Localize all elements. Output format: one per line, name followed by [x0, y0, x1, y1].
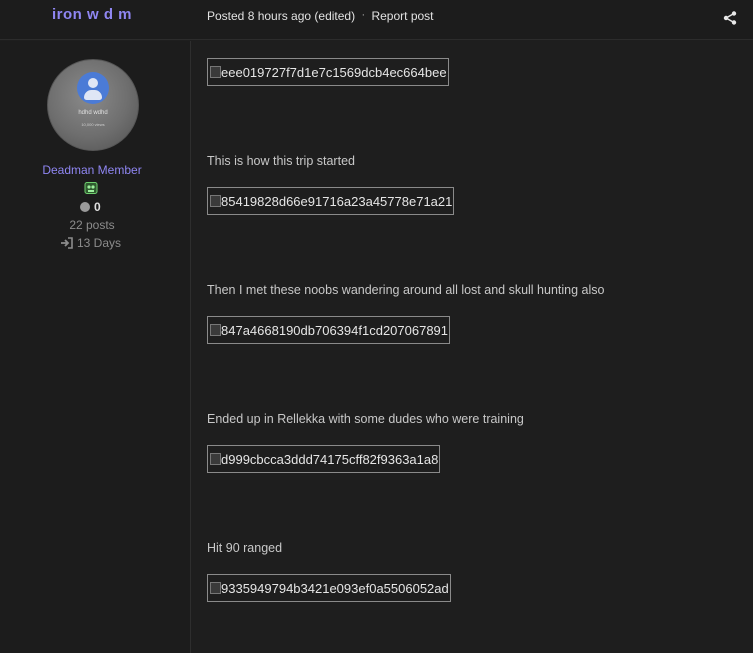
broken-image-1[interactable]: eee019727f7d1e7c1569dcb4ec664bee — [207, 58, 449, 86]
broken-image-icon — [210, 66, 221, 78]
meta-separator: · — [361, 9, 366, 21]
days-count: 13 Days — [77, 236, 122, 250]
post-text-4: Hit 90 ranged — [207, 541, 283, 555]
share-icon[interactable] — [723, 11, 737, 25]
reputation-count: 0 — [94, 200, 101, 214]
image-alt-text: eee019727f7d1e7c1569dcb4ec664bee — [221, 65, 447, 80]
broken-image-icon — [210, 453, 221, 465]
image-alt-text: 9335949794b3421e093ef0a5506052ad — [221, 581, 449, 596]
post-count: 22 posts — [69, 218, 115, 232]
sign-in-icon — [61, 237, 73, 249]
avatar[interactable]: hdhd wdhd 10,000 views — [47, 59, 139, 151]
broken-image-3[interactable]: 847a4668190db706394f1cd207067891 — [207, 316, 451, 344]
post-text-2: Then I met these noobs wandering around … — [207, 283, 605, 297]
broken-image-2[interactable]: 85419828d66e91716a23a45778e71a21 — [207, 187, 455, 215]
days-visited: 13 Days — [60, 236, 121, 250]
broken-image-icon — [210, 582, 221, 594]
post-meta: Posted 8 hours ago (edited) · Report pos… — [207, 9, 434, 23]
post-text-3: Ended up in Rellekka with some dudes who… — [207, 412, 524, 426]
broken-image-icon — [210, 324, 221, 336]
image-alt-text: d999cbcca3ddd74175cff82f9363a1a8 — [221, 452, 439, 467]
user-icon — [77, 72, 109, 104]
broken-image-icon — [210, 195, 221, 207]
image-alt-text: 85419828d66e91716a23a45778e71a21 — [221, 194, 453, 209]
avatar-subtext: 10,000 views — [81, 122, 105, 127]
avatar-text: hdhd wdhd — [78, 110, 108, 116]
member-group: Deadman Member — [42, 163, 142, 177]
reputation-icon — [80, 202, 90, 212]
image-alt-text: 847a4668190db706394f1cd207067891 — [221, 323, 449, 338]
skull-icon — [84, 182, 98, 194]
post-text-1: This is how this trip started — [207, 154, 355, 168]
reputation: 0 — [80, 200, 101, 214]
broken-image-4[interactable]: d999cbcca3ddd74175cff82f9363a1a8 — [207, 445, 441, 473]
broken-image-5[interactable]: 9335949794b3421e093ef0a5506052ad — [207, 574, 451, 602]
report-post-link[interactable]: Report post — [371, 9, 433, 23]
post-header: iron w d m Posted 8 hours ago (edited) ·… — [0, 0, 753, 40]
author-name-link[interactable]: iron w d m — [0, 6, 184, 23]
posted-timestamp[interactable]: Posted 8 hours ago (edited) — [207, 9, 355, 23]
